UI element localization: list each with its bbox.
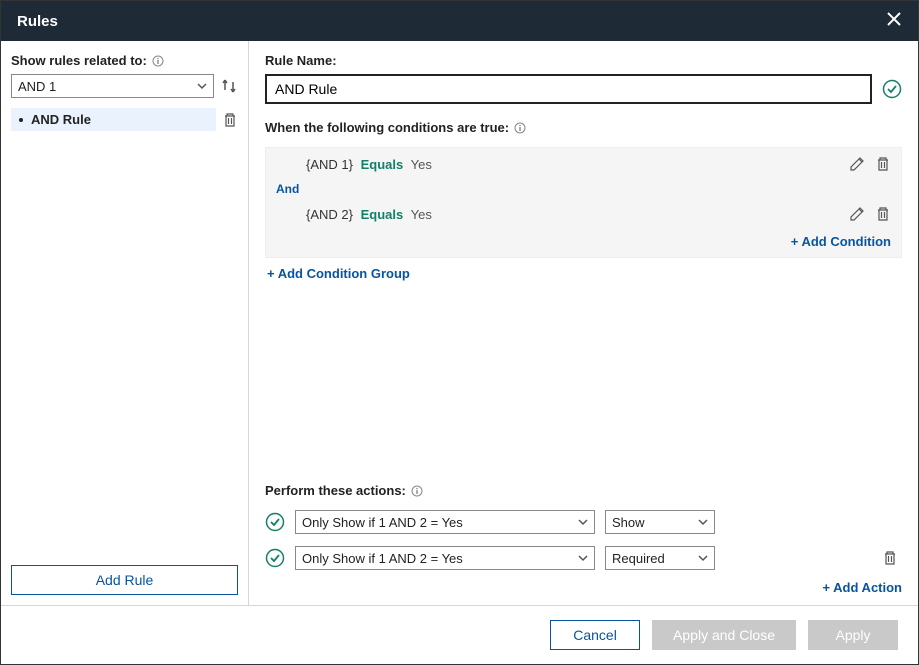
actions-label-text: Perform these actions: [265, 483, 406, 498]
action-do-select[interactable]: Required [605, 546, 715, 570]
modal-footer: Cancel Apply and Close Apply [1, 605, 918, 664]
apply-close-label: Apply and Close [673, 627, 775, 643]
modal-body: Show rules related to: AND 1 [1, 41, 918, 605]
filter-select[interactable]: AND 1 [11, 74, 214, 98]
condition-operator: Equals [361, 207, 404, 222]
actions-label: Perform these actions: [265, 483, 902, 498]
action-field-select[interactable]: Only Show if 1 AND 2 = Yes [295, 510, 595, 534]
action-do-select[interactable]: Show [605, 510, 715, 534]
filter-label: Show rules related to: [11, 53, 238, 68]
condition-operator: Equals [361, 157, 404, 172]
apply-button[interactable]: Apply [808, 620, 898, 650]
rule-name-label-text: Rule Name: [265, 53, 337, 68]
modal-header: Rules [1, 1, 918, 41]
action-field-select[interactable]: Only Show if 1 AND 2 = Yes [295, 546, 595, 570]
check-circle-icon [265, 548, 285, 568]
condition-field: {AND 1} [306, 157, 353, 172]
add-condition-group-link[interactable]: + Add Condition Group [267, 266, 410, 281]
condition-actions [849, 206, 891, 222]
condition-text: {AND 2} Equals Yes [306, 207, 849, 222]
condition-row: {AND 2} Equals Yes [266, 198, 901, 230]
rules-modal: Rules Show rules related to: AND 1 [0, 0, 919, 665]
condition-field: {AND 2} [306, 207, 353, 222]
action-field-value: Only Show if 1 AND 2 = Yes [302, 515, 463, 530]
add-action-link[interactable]: + Add Action [822, 580, 902, 595]
conditions-label-text: When the following conditions are true: [265, 120, 509, 135]
and-separator: And [266, 180, 901, 198]
rule-list-item: AND Rule [11, 108, 238, 131]
rule-name-input[interactable] [265, 74, 872, 104]
condition-group: {AND 1} Equals Yes And [265, 147, 902, 258]
chevron-down-icon [197, 79, 207, 94]
rule-name-row [265, 74, 902, 104]
info-icon[interactable] [411, 485, 423, 497]
condition-value: Yes [411, 207, 432, 222]
filter-select-value: AND 1 [18, 79, 56, 94]
condition-row: {AND 1} Equals Yes [266, 148, 901, 180]
add-condition-row: + Add Condition [266, 230, 901, 257]
sidebar: Show rules related to: AND 1 [1, 41, 249, 605]
rule-list-item-label: AND Rule [31, 112, 91, 127]
check-circle-icon [882, 79, 902, 99]
pencil-icon[interactable] [849, 156, 865, 172]
add-rule-label: Add Rule [96, 572, 154, 588]
chevron-down-icon [578, 515, 588, 530]
cancel-label: Cancel [573, 627, 617, 643]
modal-title: Rules [17, 13, 58, 30]
main-panel: Rule Name: When the following conditions… [249, 41, 918, 605]
pencil-icon[interactable] [849, 206, 865, 222]
close-icon[interactable] [886, 11, 902, 31]
action-do-value: Required [612, 551, 665, 566]
trash-icon[interactable] [216, 112, 238, 128]
action-field-value: Only Show if 1 AND 2 = Yes [302, 551, 463, 566]
sort-icon[interactable] [220, 77, 238, 95]
add-condition-link[interactable]: + Add Condition [791, 234, 891, 249]
condition-text: {AND 1} Equals Yes [306, 157, 849, 172]
rule-list-item-button[interactable]: AND Rule [11, 108, 216, 131]
trash-icon[interactable] [876, 550, 902, 566]
trash-icon[interactable] [875, 206, 891, 222]
chevron-down-icon [698, 551, 708, 566]
sidebar-spacer [11, 131, 238, 565]
chevron-down-icon [698, 515, 708, 530]
info-icon[interactable] [152, 55, 164, 67]
conditions-label: When the following conditions are true: [265, 120, 902, 135]
add-action-row: + Add Action [265, 576, 902, 595]
rule-name-label: Rule Name: [265, 53, 902, 68]
apply-label: Apply [835, 627, 870, 643]
info-icon[interactable] [514, 122, 526, 134]
filter-row: AND 1 [11, 74, 238, 98]
action-do-value: Show [612, 515, 645, 530]
actions-section: Perform these actions: Only Show if 1 AN… [265, 483, 902, 595]
add-rule-button[interactable]: Add Rule [11, 565, 238, 595]
add-condition-group-row: + Add Condition Group [265, 258, 902, 289]
trash-icon[interactable] [875, 156, 891, 172]
action-row: Only Show if 1 AND 2 = Yes Required [265, 540, 902, 576]
cancel-button[interactable]: Cancel [550, 620, 640, 650]
action-row: Only Show if 1 AND 2 = Yes Show [265, 504, 902, 540]
condition-actions [849, 156, 891, 172]
condition-value: Yes [411, 157, 432, 172]
apply-close-button[interactable]: Apply and Close [652, 620, 796, 650]
filter-label-text: Show rules related to: [11, 53, 147, 68]
main-spacer [265, 289, 902, 483]
chevron-down-icon [578, 551, 588, 566]
bullet-icon [19, 118, 23, 122]
check-circle-icon [265, 512, 285, 532]
